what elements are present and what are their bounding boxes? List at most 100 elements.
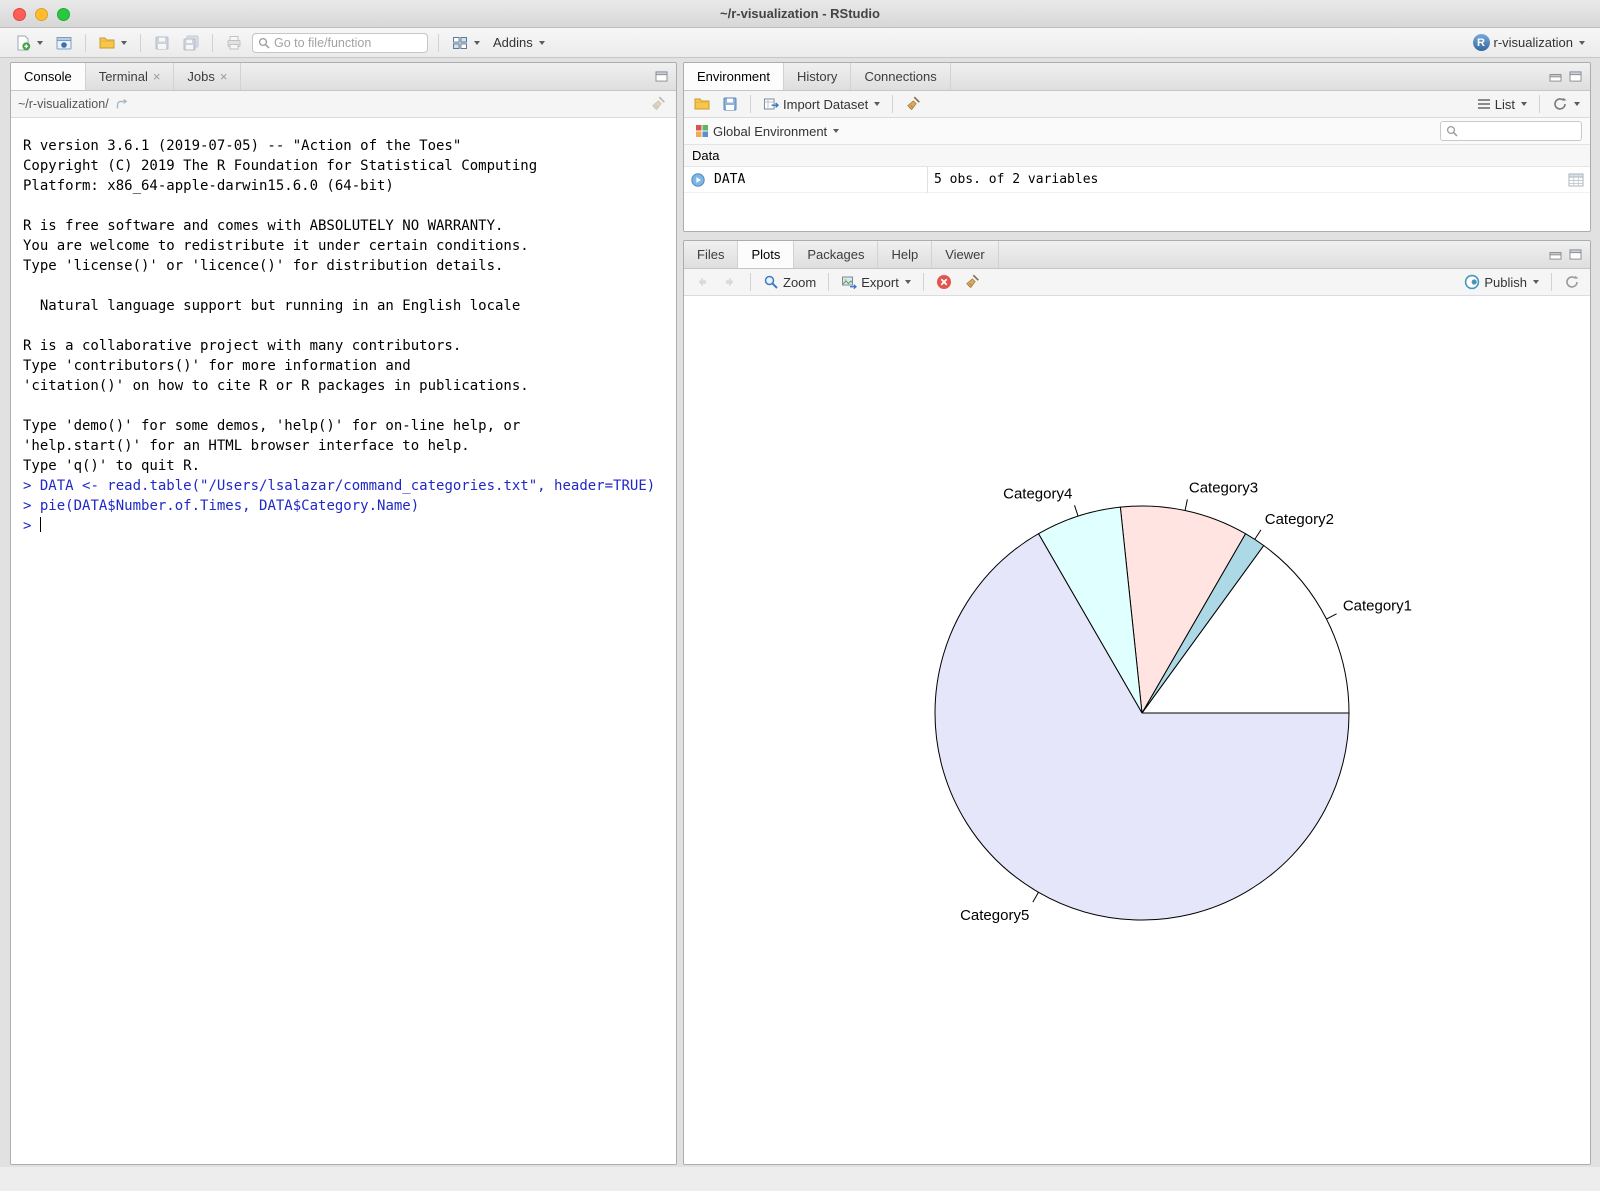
list-view-button[interactable]: List <box>1474 95 1530 114</box>
tabbar-spacer <box>999 241 1549 268</box>
project-menu-button[interactable]: R r-visualization <box>1470 32 1588 53</box>
tab-history[interactable]: History <box>784 63 851 90</box>
export-label: Export <box>861 275 899 290</box>
tab-environment-label: Environment <box>697 69 770 84</box>
console-tabbar: Console Terminal × Jobs × <box>11 63 676 91</box>
print-button[interactable] <box>223 33 245 53</box>
pie-label-Category4: Category4 <box>1003 486 1072 503</box>
open-folder-icon <box>694 96 710 112</box>
clear-console-button[interactable] <box>647 94 669 114</box>
console-command-text: DATA <- read.table("/Users/lsalazar/comm… <box>40 478 655 494</box>
tab-help[interactable]: Help <box>878 241 932 268</box>
minimize-pane-button[interactable] <box>1549 71 1562 82</box>
tab-terminal[interactable]: Terminal × <box>86 63 175 90</box>
refresh-environment-button[interactable] <box>1549 94 1583 114</box>
refresh-icon <box>1564 274 1580 290</box>
environment-search-input[interactable] <box>1462 124 1577 138</box>
close-tab-icon[interactable]: × <box>220 70 228 83</box>
broom-icon <box>905 96 921 112</box>
minimize-window-button[interactable] <box>35 8 48 21</box>
addins-button[interactable]: Addins <box>490 33 548 52</box>
goto-directory-button[interactable] <box>115 97 129 111</box>
new-file-button[interactable] <box>12 33 46 53</box>
import-dataset-button[interactable]: Import Dataset <box>760 94 883 114</box>
list-view-caret-icon <box>1521 102 1527 106</box>
environment-scope-label: Global Environment <box>713 124 827 139</box>
tabbar-spacer <box>951 63 1549 90</box>
tabbar-spacer <box>241 63 655 90</box>
minimize-pane-button[interactable] <box>1549 249 1562 260</box>
console-prompt: > <box>23 498 31 514</box>
tab-files[interactable]: Files <box>684 241 738 268</box>
publish-label: Publish <box>1484 275 1527 290</box>
maximize-pane-icon <box>1569 71 1582 82</box>
tab-viewer[interactable]: Viewer <box>932 241 999 268</box>
console-prompt-line[interactable]: > <box>23 516 676 536</box>
publish-plot-button[interactable]: Publish <box>1461 272 1542 292</box>
close-tab-icon[interactable]: × <box>153 70 161 83</box>
environment-object-row[interactable]: DATA 5 obs. of 2 variables <box>684 167 1590 193</box>
toolbar-separator <box>85 34 86 52</box>
maximize-pane-button[interactable] <box>1569 249 1582 260</box>
tab-console[interactable]: Console <box>11 63 86 90</box>
next-plot-button[interactable] <box>719 272 741 292</box>
tab-plots-label: Plots <box>751 247 780 262</box>
console-prompt: > <box>23 478 31 494</box>
clear-all-plots-button[interactable] <box>961 272 983 292</box>
addins-caret-icon <box>539 41 545 45</box>
plots-tabbar: Files Plots Packages Help Viewer <box>684 241 1590 269</box>
toolbar-separator <box>438 34 439 52</box>
panes-grid-icon <box>452 35 468 51</box>
tab-packages[interactable]: Packages <box>794 241 878 268</box>
project-caret-icon <box>1579 41 1585 45</box>
maximize-pane-button[interactable] <box>655 71 668 82</box>
clear-environment-button[interactable] <box>902 94 924 114</box>
import-dataset-label: Import Dataset <box>783 97 868 112</box>
tab-plots[interactable]: Plots <box>738 241 794 268</box>
console-output[interactable]: R version 3.6.1 (2019-07-05) -- "Action … <box>11 118 676 1164</box>
view-table-icon <box>1568 173 1584 187</box>
previous-plot-button[interactable] <box>691 272 713 292</box>
broom-icon <box>650 96 666 112</box>
search-icon <box>1445 124 1459 138</box>
goto-file-input[interactable] <box>274 36 423 50</box>
toolbar-separator <box>212 34 213 52</box>
save-icon <box>154 35 170 51</box>
refresh-plot-button[interactable] <box>1561 272 1583 292</box>
zoom-plot-button[interactable]: Zoom <box>760 272 819 292</box>
open-file-button[interactable] <box>96 33 130 53</box>
workspace-panes-button[interactable] <box>449 33 483 53</box>
tab-environment[interactable]: Environment <box>684 63 784 90</box>
toolbar-separator <box>750 273 751 291</box>
close-window-button[interactable] <box>13 8 26 21</box>
environment-empty-area <box>684 193 1590 231</box>
main-toolbar: Addins R r-visualization <box>0 28 1600 58</box>
save-all-button[interactable] <box>180 33 202 53</box>
new-project-button[interactable] <box>53 33 75 53</box>
maximize-pane-icon <box>655 71 668 82</box>
tab-viewer-label: Viewer <box>945 247 985 262</box>
maximize-pane-icon <box>1569 249 1582 260</box>
view-table-button[interactable] <box>1568 173 1584 187</box>
publish-icon <box>1464 274 1480 290</box>
load-workspace-button[interactable] <box>691 94 713 114</box>
open-file-caret-icon <box>121 41 127 45</box>
pie-label-tick <box>1255 530 1261 540</box>
save-button[interactable] <box>151 33 173 53</box>
zoom-window-button[interactable] <box>57 8 70 21</box>
tab-connections-label: Connections <box>864 69 936 84</box>
import-dataset-icon <box>763 96 779 112</box>
console-startup-text: R version 3.6.1 (2019-07-05) -- "Action … <box>23 136 676 476</box>
tab-jobs[interactable]: Jobs × <box>174 63 241 90</box>
maximize-pane-button[interactable] <box>1569 71 1582 82</box>
export-plot-button[interactable]: Export <box>838 272 914 292</box>
plots-pane: Files Plots Packages Help Viewer <box>683 240 1591 1165</box>
save-workspace-button[interactable] <box>719 94 741 114</box>
expand-object-button[interactable] <box>691 173 705 187</box>
minimize-pane-icon <box>1549 249 1562 260</box>
r-logo-icon: R <box>1473 34 1490 51</box>
environment-scope-button[interactable]: Global Environment <box>692 122 842 141</box>
tab-connections[interactable]: Connections <box>851 63 950 90</box>
list-icon <box>1477 97 1491 111</box>
remove-plot-button[interactable] <box>933 272 955 292</box>
